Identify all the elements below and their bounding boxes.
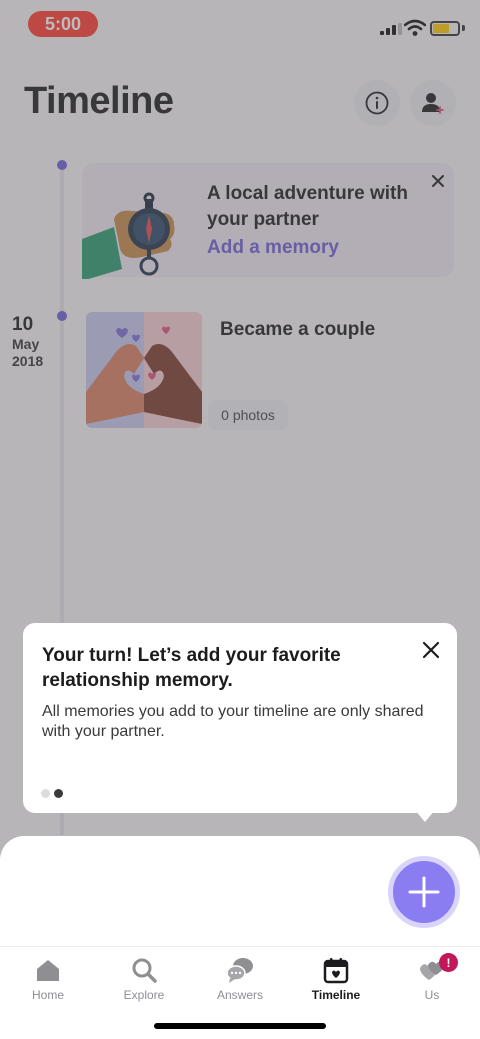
tab-explore[interactable]: Explore: [104, 956, 184, 1004]
tooltip-arrow: [415, 810, 435, 822]
search-icon: [132, 958, 157, 983]
tab-label: Us: [424, 988, 440, 1002]
page-dot-active: [54, 789, 63, 798]
onboarding-tooltip: Your turn! Let’s add your favorite relat…: [23, 623, 457, 813]
page-dot: [41, 789, 50, 798]
tooltip-body: All memories you add to your timeline ar…: [42, 703, 424, 740]
tab-us[interactable]: Us: [392, 956, 472, 1004]
home-icon: [37, 960, 59, 981]
tab-label: Answers: [216, 988, 263, 1002]
close-icon[interactable]: [419, 638, 443, 662]
chat-bubbles-icon: [226, 958, 253, 983]
plus-icon: [408, 876, 440, 908]
tooltip-title: Your turn! Let’s add your favorite relat…: [42, 645, 341, 691]
tab-label: Timeline: [311, 988, 361, 1002]
tab-answers[interactable]: Answers: [200, 956, 280, 1004]
tab-label: Explore: [123, 988, 165, 1002]
page-indicator: [41, 785, 67, 798]
calendar-heart-icon: [323, 958, 349, 984]
tab-home[interactable]: Home: [8, 956, 88, 1004]
add-memory-button[interactable]: [388, 856, 460, 928]
tab-timeline[interactable]: Timeline: [296, 956, 376, 1004]
tab-label: Home: [31, 988, 64, 1002]
home-indicator: [154, 1023, 326, 1029]
notification-badge: !: [439, 953, 458, 972]
